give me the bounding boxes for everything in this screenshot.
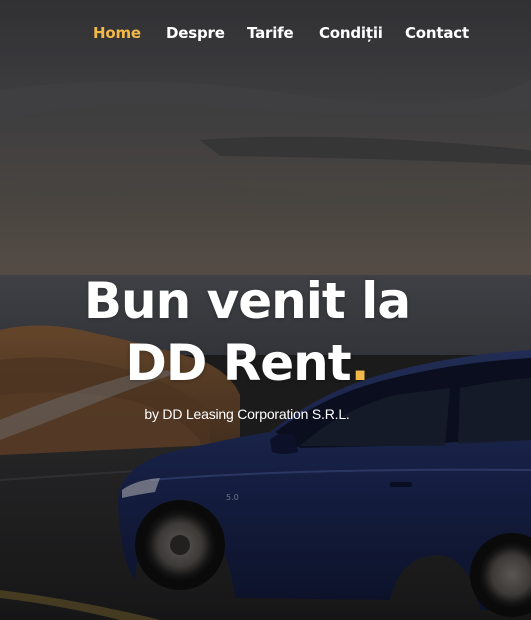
hero-section: 5.0 Home Despre Tarife Condiții Contact … [0,0,531,620]
nav-link-conditii[interactable]: Condiții [319,24,383,42]
hero-tagline: by DD Leasing Corporation S.R.L. [144,406,350,422]
main-navigation: Home Despre Tarife Condiții Contact [0,24,531,46]
nav-link-despre[interactable]: Despre [166,24,225,42]
hero-title-line1: Bun venit la [83,272,411,330]
hero-title: Bun venit la DD Rent. [0,270,494,394]
nav-link-tarife[interactable]: Tarife [247,24,294,42]
nav-link-home[interactable]: Home [93,24,141,42]
hero-title-accent-dot: . [350,334,370,392]
hero-title-line2: DD Rent. [0,332,494,394]
nav-link-contact[interactable]: Contact [405,24,469,42]
hero-title-brand: DD Rent [125,334,351,392]
